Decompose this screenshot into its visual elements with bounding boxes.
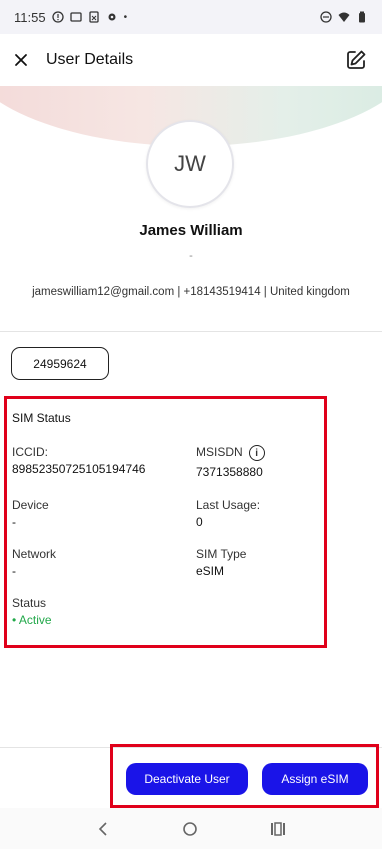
battery-icon xyxy=(359,11,365,23)
alert-icon xyxy=(51,11,64,23)
system-nav-bar xyxy=(0,808,382,849)
msisdn-value: 7371358880 xyxy=(196,465,263,479)
status-value: Active xyxy=(18,613,52,627)
recents-icon[interactable] xyxy=(270,821,286,837)
sim-type-value: eSIM xyxy=(196,564,225,578)
status-bar: 11:55 • xyxy=(0,0,382,34)
assign-esim-button[interactable]: Assign eSIM xyxy=(262,763,368,795)
status-badge: • Active xyxy=(12,613,52,627)
actions-highlight: Deactivate User Assign eSIM xyxy=(110,744,379,808)
edit-icon[interactable] xyxy=(344,48,368,72)
msisdn-label-row: MSISDN i xyxy=(196,445,265,461)
msisdn-label: MSISDN xyxy=(196,445,243,460)
last-usage-label: Last Usage: xyxy=(196,498,261,512)
wifi-icon xyxy=(338,12,350,22)
settings-icon xyxy=(108,13,116,21)
iccid-label: ICCID: xyxy=(12,445,48,459)
status-label: Status xyxy=(12,596,47,610)
dot-icon: • xyxy=(123,11,128,23)
network-label: Network xyxy=(12,547,57,561)
info-icon[interactable]: i xyxy=(248,445,265,461)
iccid-value: 89852350725105194746 xyxy=(12,462,146,476)
network-value: - xyxy=(12,564,16,578)
last-usage-value: 0 xyxy=(196,515,203,529)
home-icon[interactable] xyxy=(182,821,198,837)
user-subtitle: - xyxy=(189,250,193,262)
divider xyxy=(0,331,382,332)
page-title: User Details xyxy=(46,51,134,68)
avatar-initials: JW xyxy=(174,151,206,176)
sim-status-title: SIM Status xyxy=(12,411,71,425)
user-contact: jameswilliam12@gmail.com | +18143519414 … xyxy=(32,286,350,298)
screenshot-icon xyxy=(69,12,82,22)
device-value: - xyxy=(12,515,16,529)
app-bar: User Details xyxy=(0,34,382,86)
dnd-icon xyxy=(320,11,332,23)
user-name: James William xyxy=(139,222,243,239)
id-chip[interactable]: 24959624 xyxy=(11,347,109,380)
back-icon[interactable] xyxy=(96,821,110,837)
device-label: Device xyxy=(12,498,49,512)
sim-type-label: SIM Type xyxy=(196,547,247,561)
deactivate-user-button[interactable]: Deactivate User xyxy=(126,763,248,795)
close-icon[interactable] xyxy=(14,53,28,67)
sim-status-card: SIM Status ICCID: 89852350725105194746 M… xyxy=(4,396,327,648)
status-time: 11:55 xyxy=(14,9,46,25)
sim-icon xyxy=(88,11,99,23)
avatar: JW xyxy=(146,120,234,208)
